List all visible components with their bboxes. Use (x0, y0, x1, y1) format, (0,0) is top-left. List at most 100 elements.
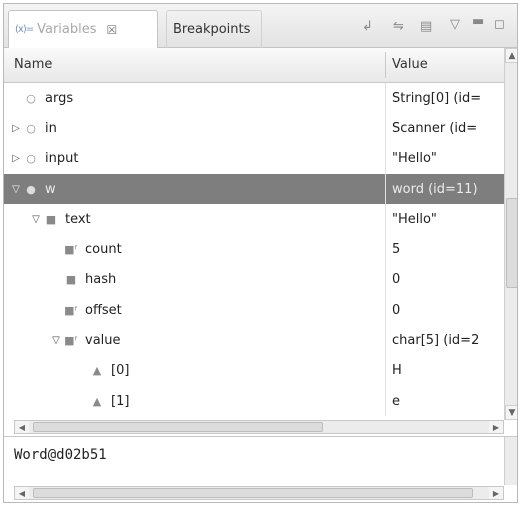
column-divider (385, 173, 386, 205)
variable-type-icon: ■ᶠ (64, 243, 78, 257)
variable-name-cell: ■ᶠ offset (50, 295, 122, 325)
detail-scroll-right-icon[interactable]: ▶ (489, 487, 503, 499)
variable-value: 0 (392, 272, 401, 288)
column-value-header[interactable]: Value (392, 57, 428, 72)
close-tab-icon[interactable]: ☒ (107, 23, 118, 37)
tab-breakpoints[interactable]: Breakpoints (166, 10, 262, 48)
detail-value-text[interactable]: Word@d02b51 (14, 447, 107, 463)
horizontal-scrollbar[interactable]: ◀ ▶ (14, 420, 504, 434)
tree-row[interactable]: ■ᶠ offset 0 (4, 295, 504, 326)
tree-row[interactable]: ▽ ■ᶠ value char[5] (id=2 (4, 325, 504, 356)
detail-horizontal-scroll-thumb[interactable] (33, 488, 473, 498)
vertical-scroll-thumb[interactable] (506, 198, 517, 288)
variable-type-icon: ○ (26, 121, 36, 135)
column-divider (385, 143, 386, 174)
detail-scroll-left-icon[interactable]: ◀ (15, 487, 29, 499)
variable-value: 5 (392, 242, 401, 258)
detail-vertical-scrollbar[interactable] (504, 437, 517, 485)
variable-name: value (85, 333, 121, 349)
variable-name-cell: ▽ ■ text (30, 204, 91, 234)
variable-name-cell: ▲ [1] (76, 386, 130, 416)
collapse-all-icon[interactable]: ↲ (362, 19, 373, 34)
variable-value: 0 (392, 302, 401, 318)
variable-name-cell: ▽ ● w (10, 174, 56, 204)
tree-row[interactable]: ▷ ○ input "Hello" (4, 143, 504, 174)
variable-type-icon: ▲ (92, 394, 102, 408)
variable-type-icon: ● (26, 182, 36, 196)
scroll-right-icon[interactable]: ▶ (489, 421, 503, 433)
column-divider (385, 264, 386, 296)
variable-type-icon: ■ᶠ (64, 303, 78, 317)
column-divider[interactable] (385, 52, 386, 78)
variable-name: text (65, 211, 91, 227)
variable-name-cell: ■ hash (50, 265, 116, 295)
column-divider (385, 325, 386, 356)
show-type-names-icon[interactable]: ⇋ (393, 19, 404, 34)
variable-value: Scanner (id= (392, 120, 478, 136)
collapse-icon[interactable]: ▽ (10, 184, 22, 195)
collapse-icon[interactable]: ▽ (50, 335, 62, 346)
tab-variables[interactable]: (x)= Variables ☒ (8, 10, 158, 48)
detail-horizontal-scrollbar[interactable]: ◀ ▶ (14, 486, 504, 500)
column-divider (385, 385, 386, 416)
variable-value: String[0] (id= (392, 90, 482, 106)
column-divider (385, 295, 386, 326)
view-menu-icon[interactable]: ▽ (450, 17, 460, 32)
detail-pane[interactable]: Word@d02b51 (4, 436, 517, 485)
scroll-down-icon[interactable]: ▼ (505, 405, 517, 420)
column-divider (385, 234, 386, 265)
tree-row[interactable]: ▽ ● w word (id=11) (4, 173, 504, 205)
vertical-scrollbar[interactable]: ▲ ▼ (504, 48, 517, 420)
maximize-icon[interactable]: ◻ (494, 17, 505, 32)
variable-name: [1] (111, 393, 130, 409)
tree-row[interactable]: ■ hash 0 (4, 264, 504, 296)
variable-type-icon: ○ (26, 152, 36, 166)
column-divider (385, 113, 386, 144)
variable-name: in (45, 120, 57, 136)
variable-value: H (392, 363, 402, 379)
variable-value: "Hello" (392, 211, 437, 227)
column-divider (385, 83, 386, 114)
variable-type-icon: ■ (45, 212, 57, 226)
variable-value: "Hello" (392, 151, 437, 167)
variable-name: input (45, 151, 79, 167)
minimize-icon[interactable]: ▬ (472, 14, 484, 29)
variable-type-icon: ■ (65, 273, 77, 287)
variable-name-cell: ○ args (10, 83, 73, 113)
collapse-icon[interactable]: ▽ (30, 214, 42, 225)
variable-name-cell: ▷ ○ in (10, 113, 57, 143)
variable-name-cell: ▽ ■ᶠ value (50, 325, 121, 355)
tree-row[interactable]: ▽ ■ text "Hello" (4, 204, 504, 235)
variable-value: char[5] (id=2 (392, 333, 480, 349)
variable-name-cell: ■ᶠ count (50, 234, 122, 264)
variable-value: e (392, 393, 400, 409)
scroll-up-icon[interactable]: ▲ (505, 48, 517, 63)
tab-breakpoints-label: Breakpoints (173, 22, 251, 37)
column-divider (385, 355, 386, 386)
column-name-header[interactable]: Name (14, 57, 52, 72)
tree-row[interactable]: ▲ [1] e (4, 385, 504, 416)
variables-icon: (x)= (15, 24, 34, 35)
variable-name: offset (85, 302, 122, 318)
variables-tree: ○ args String[0] (id= ▷ ○ in Scanner (id= ▷ ○ inp… (4, 83, 504, 416)
tree-row[interactable]: ▲ [0] H (4, 355, 504, 386)
tree-row[interactable]: ○ args String[0] (id= (4, 83, 504, 114)
scroll-left-icon[interactable]: ◀ (15, 421, 29, 433)
expand-icon[interactable]: ▷ (10, 153, 22, 164)
tree-row[interactable]: ■ᶠ count 5 (4, 234, 504, 265)
layout-icon[interactable]: ▤ (420, 19, 432, 34)
variable-value: word (id=11) (392, 181, 478, 197)
variable-name-cell: ▲ [0] (76, 356, 130, 386)
tab-variables-label: Variables (37, 22, 97, 37)
variables-view: (x)= Variables ☒ Breakpoints ↲ ⇋ ▤ ▽ ▬ ◻… (3, 3, 518, 503)
variable-name: args (45, 90, 74, 106)
horizontal-scroll-thumb[interactable] (33, 422, 323, 432)
variable-name-cell: ▷ ○ input (10, 144, 78, 174)
variable-type-icon: ▲ (92, 364, 102, 378)
tree-row[interactable]: ▷ ○ in Scanner (id= (4, 113, 504, 144)
expand-icon[interactable]: ▷ (10, 123, 22, 134)
column-header: Name Value (4, 48, 504, 83)
variable-name: count (85, 242, 122, 258)
variable-type-icon: ■ᶠ (64, 334, 78, 348)
variable-type-icon: ○ (26, 91, 36, 105)
